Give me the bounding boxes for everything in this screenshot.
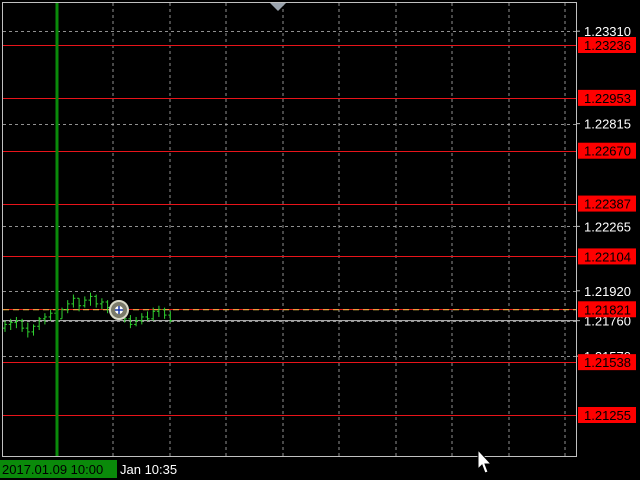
level-label: 1.22104 [584,249,631,264]
level-label: 1.21538 [584,355,631,370]
y-tick-label: 1.22815 [584,117,631,132]
level-label: 1.22670 [584,144,631,159]
y-tick-label: 1.23310 [584,24,631,39]
price-chart[interactable]: 1.233101.228151.222651.219201.217601.215… [0,0,640,480]
y-tick-label: 1.22265 [584,219,631,234]
level-label: 1.22387 [584,197,631,212]
crosshair-target-icon[interactable] [109,300,129,320]
time-cursor-label: 2017.01.09 10:00 [2,462,103,477]
level-label: 1.23236 [584,38,631,53]
level-label: 1.21821 [584,302,631,317]
time-tick-label: Jan 10:35 [120,462,177,477]
level-label: 1.21255 [584,408,631,423]
y-tick-label: 1.21920 [584,284,631,299]
level-label: 1.22953 [584,91,631,106]
